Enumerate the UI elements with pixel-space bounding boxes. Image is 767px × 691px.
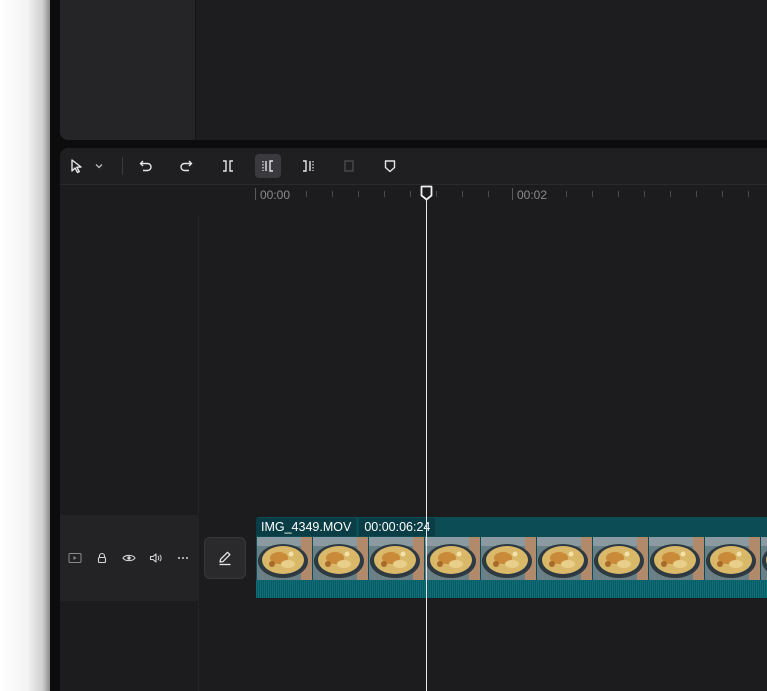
clip-thumbnail — [425, 537, 481, 580]
edit-cover-button[interactable] — [204, 537, 246, 579]
media-sidebar — [60, 0, 196, 140]
playhead-handle[interactable] — [420, 185, 433, 206]
track-video-icon — [68, 553, 82, 563]
eye-icon — [122, 554, 136, 562]
timeline-panel: 00:00 00:02 IMG_4349.MOV 00:00:06:24 — [60, 148, 767, 691]
ruler-tick — [696, 191, 697, 197]
clip-thumbnail — [593, 537, 649, 580]
audio-waveform — [256, 580, 767, 598]
ruler-tick — [566, 191, 567, 197]
timeline-ruler[interactable]: 00:00 00:02 — [60, 185, 767, 215]
clip-thumbnail — [481, 537, 537, 580]
clip-duration: 00:00:06:24 — [359, 518, 436, 536]
select-tool-button[interactable] — [64, 154, 90, 178]
track-more-button[interactable] — [174, 549, 192, 567]
editor-app: 00:00 00:02 IMG_4349.MOV 00:00:06:24 — [50, 0, 767, 691]
clip-thumbnails — [257, 537, 767, 580]
track-video-button[interactable] — [66, 549, 84, 567]
clip-thumbnail — [649, 537, 705, 580]
ruler-label-1: 00:02 — [517, 188, 548, 202]
clip-name: IMG_4349.MOV — [256, 518, 357, 536]
ruler-tick — [332, 191, 333, 197]
ruler-tick — [512, 188, 513, 200]
undo-button[interactable] — [133, 154, 159, 178]
clip-thumbnail — [705, 537, 761, 580]
select-pointer-icon — [71, 159, 82, 174]
split-right-icon — [303, 160, 314, 172]
redo-icon — [180, 160, 193, 172]
delete-icon — [344, 160, 354, 172]
clip-thumbnail — [313, 537, 369, 580]
ruler-tick — [462, 191, 463, 197]
video-clip[interactable]: IMG_4349.MOV 00:00:06:24 — [256, 517, 767, 598]
toolbar-divider — [122, 157, 123, 175]
window-backdrop — [0, 0, 50, 691]
undo-icon — [139, 160, 152, 172]
select-tool-dropdown[interactable] — [90, 154, 108, 178]
marker-button[interactable] — [377, 154, 403, 178]
delete-button[interactable] — [336, 154, 362, 178]
ruler-tick — [384, 191, 385, 197]
clip-thumbnail — [369, 537, 425, 580]
ruler-tick — [618, 191, 619, 197]
ruler-tick — [410, 191, 411, 197]
ruler-tick — [488, 191, 489, 197]
marker-icon — [384, 160, 396, 173]
track-audio-button[interactable] — [147, 549, 165, 567]
ruler-tick — [306, 191, 307, 197]
pencil-icon — [219, 551, 231, 566]
volume-icon — [149, 553, 162, 563]
ruler-tick — [644, 191, 645, 197]
split-left-button[interactable] — [255, 154, 281, 178]
clip-thumbnail — [537, 537, 593, 580]
split-right-button[interactable] — [295, 154, 321, 178]
lock-icon — [97, 552, 107, 564]
timeline-toolbar — [60, 148, 767, 185]
split-left-icon — [262, 160, 273, 172]
ruler-tick — [722, 191, 723, 197]
ruler-tick — [255, 188, 256, 200]
ruler-tick — [592, 191, 593, 197]
preview-panel — [60, 0, 767, 140]
main-track-header — [60, 515, 198, 601]
playhead-line — [426, 193, 427, 691]
redo-button[interactable] — [173, 154, 199, 178]
track-visibility-button[interactable] — [120, 549, 138, 567]
clip-thumbnail — [257, 537, 313, 580]
ruler-tick — [358, 191, 359, 197]
track-lock-button[interactable] — [93, 549, 111, 567]
chevron-down-icon — [95, 164, 103, 169]
ruler-tick — [670, 191, 671, 197]
clip-thumbnail — [761, 537, 767, 580]
ruler-tick — [748, 191, 749, 197]
clip-label-bar: IMG_4349.MOV 00:00:06:24 — [256, 517, 767, 537]
more-icon — [178, 557, 188, 559]
split-icon — [223, 160, 233, 172]
playhead-marker-icon — [420, 185, 433, 201]
track-headers — [60, 215, 199, 691]
ruler-label-0: 00:00 — [260, 188, 291, 202]
split-button[interactable] — [215, 154, 241, 178]
ruler-tick — [436, 191, 437, 197]
